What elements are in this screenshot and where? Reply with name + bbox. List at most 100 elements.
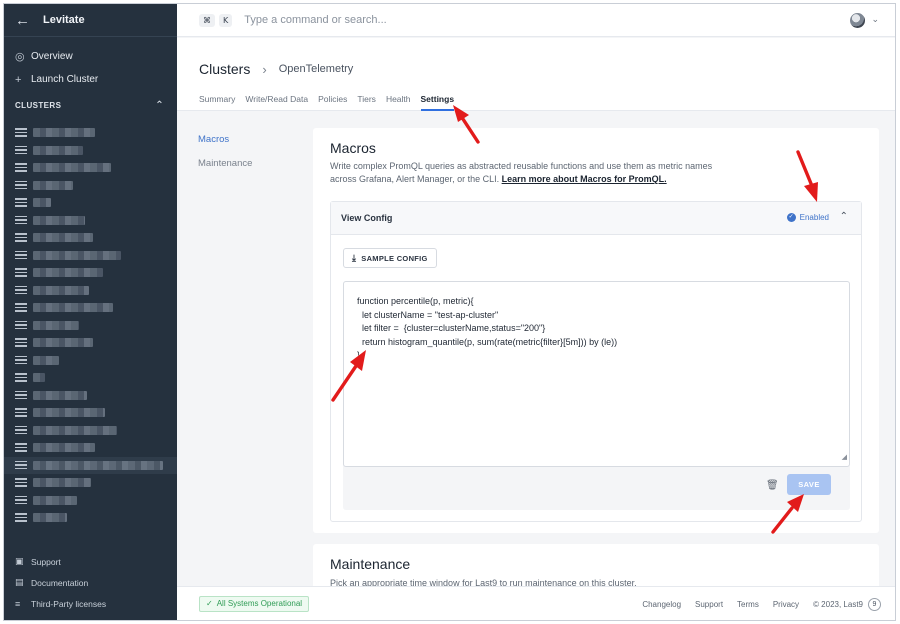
cluster-item[interactable] (4, 439, 177, 457)
cluster-item[interactable] (4, 264, 177, 282)
settings-content: Macros Maintenance Macros Write complex … (177, 112, 895, 586)
breadcrumb: Clusters › OpenTelemetry (199, 61, 353, 77)
list-icon (15, 443, 27, 452)
cluster-item[interactable] (4, 124, 177, 142)
list-icon (15, 320, 27, 330)
list-icon (15, 303, 27, 312)
clusters-section-header[interactable]: CLUSTERS ⌃ (4, 95, 177, 115)
list-icon (15, 338, 27, 347)
tab-health[interactable]: Health (386, 94, 411, 111)
redacted-cluster-name (33, 478, 91, 488)
last9-logo-icon: 9 (868, 598, 881, 611)
breadcrumb-clusters[interactable]: Clusters (199, 61, 250, 77)
list-icon (15, 215, 27, 225)
footer-link-privacy[interactable]: Privacy (773, 600, 799, 609)
tab-bar: Summary Write/Read Data Policies Tiers H… (199, 94, 455, 111)
sidebar-item-support[interactable]: ▣ Support (4, 551, 177, 572)
cluster-item[interactable] (4, 474, 177, 492)
cluster-item[interactable] (4, 492, 177, 510)
tab-settings[interactable]: Settings (420, 94, 455, 111)
sidebar-item-launch-cluster[interactable]: + Launch Cluster (4, 68, 177, 91)
redacted-cluster-name (33, 128, 95, 138)
subnav-maintenance[interactable]: Maintenance (198, 158, 252, 169)
cluster-item[interactable] (4, 159, 177, 177)
back-arrow-icon[interactable]: ← (15, 12, 35, 29)
list-icon (15, 513, 27, 522)
tab-policies[interactable]: Policies (318, 94, 347, 111)
chevron-down-icon[interactable]: ⌄ (871, 14, 879, 25)
cluster-item[interactable] (4, 317, 177, 335)
footer-link-changelog[interactable]: Changelog (642, 600, 681, 609)
list-icon (15, 163, 27, 172)
sample-config-button[interactable]: ⤓ SAMPLE CONFIG (343, 248, 437, 268)
footer-links: Changelog Support Terms Privacy © 2023, … (642, 598, 881, 611)
check-icon: ✓ (206, 599, 213, 608)
redacted-cluster-name (33, 425, 117, 435)
learn-more-link[interactable]: Learn more about Macros for PromQL. (502, 174, 667, 184)
command-search-input[interactable]: Type a command or search... (244, 14, 386, 26)
redacted-cluster-name (33, 338, 93, 348)
cluster-item[interactable] (4, 247, 177, 265)
page-header: Clusters › OpenTelemetry Summary Write/R… (177, 38, 895, 111)
list-icon (15, 460, 27, 470)
cluster-item[interactable] (4, 404, 177, 422)
cluster-item[interactable] (4, 352, 177, 370)
sidebar-item-third-party-licenses[interactable]: ≡ Third-Party licenses (4, 593, 177, 614)
cluster-item[interactable] (4, 142, 177, 160)
maintenance-title: Maintenance (330, 556, 411, 572)
sidebar-item-documentation[interactable]: ▤ Documentation (4, 572, 177, 593)
view-config-title: View Config (341, 213, 393, 223)
command-key-icon: ⌘ (199, 13, 215, 27)
overview-icon: ◎ (15, 51, 25, 63)
cluster-item[interactable] (4, 212, 177, 230)
trash-icon[interactable]: 🗑 (766, 480, 779, 491)
subnav-macros[interactable]: Macros (198, 134, 252, 145)
cluster-item[interactable] (4, 229, 177, 247)
macro-code-editor[interactable]: function percentile(p, metric){ let clus… (343, 281, 850, 467)
code-line: return histogram_quantile(p, sum(rate(me… (357, 336, 618, 347)
copyright: © 2023, Last9 (813, 600, 863, 609)
tab-write-read-data[interactable]: Write/Read Data (245, 94, 308, 111)
list-icon (15, 425, 27, 435)
cluster-item[interactable] (4, 177, 177, 195)
footer-link-terms[interactable]: Terms (737, 600, 759, 609)
cluster-item[interactable] (4, 194, 177, 212)
cluster-item[interactable] (4, 387, 177, 405)
sidebar-item-overview[interactable]: ◎ Overview (4, 45, 177, 68)
breadcrumb-cluster-name: OpenTelemetry (278, 63, 354, 75)
redacted-cluster-name (33, 355, 59, 365)
tab-summary[interactable]: Summary (199, 94, 235, 111)
clusters-section-title: CLUSTERS (15, 100, 62, 110)
cluster-item[interactable] (4, 369, 177, 387)
list-icon (15, 408, 27, 417)
redacted-cluster-name (33, 303, 113, 313)
redacted-cluster-name (33, 443, 95, 453)
sidebar-item-label: Documentation (31, 577, 89, 588)
save-button[interactable]: SAVE (787, 474, 831, 495)
status-badge: ✓ Enabled (786, 213, 829, 222)
cluster-item[interactable] (4, 422, 177, 440)
avatar[interactable] (850, 13, 865, 28)
cluster-item[interactable] (4, 456, 177, 474)
chevron-up-icon[interactable]: ⌃ (840, 211, 848, 222)
list-icon (15, 233, 27, 242)
cluster-item[interactable] (4, 299, 177, 317)
tab-tiers[interactable]: Tiers (357, 94, 376, 111)
cluster-item[interactable] (4, 334, 177, 352)
system-status-badge[interactable]: ✓ All Systems Operational (199, 595, 310, 612)
command-shortcut: ⌘ K (199, 13, 233, 27)
k-key: K (219, 13, 233, 27)
view-config-header[interactable]: View Config ✓ Enabled ⌃ (331, 202, 861, 235)
sidebar-header: ← Levitate (4, 4, 177, 37)
cluster-item[interactable] (4, 282, 177, 300)
plus-icon: + (15, 73, 22, 86)
redacted-cluster-name (33, 460, 163, 470)
code-line: } (357, 350, 361, 360)
redacted-cluster-name (33, 145, 83, 155)
footer-link-support[interactable]: Support (695, 600, 723, 609)
resize-handle-icon[interactable]: ◢ (842, 451, 847, 465)
list-icon (15, 198, 27, 207)
macros-title: Macros (330, 140, 376, 156)
redacted-cluster-name (33, 373, 45, 383)
cluster-item[interactable] (4, 509, 177, 527)
